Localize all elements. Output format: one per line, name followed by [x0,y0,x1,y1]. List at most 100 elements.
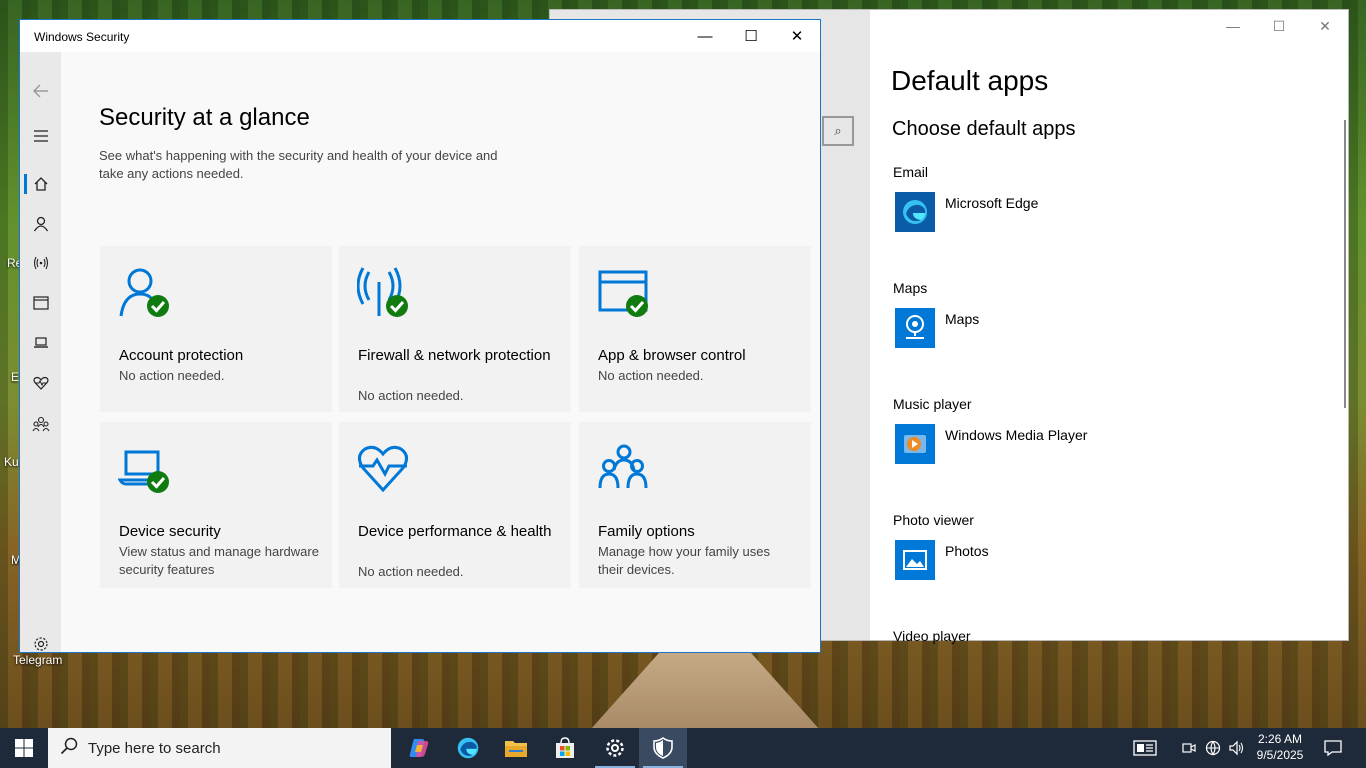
default-app-group-music: Music player Windows Media Player [893,396,1087,464]
device-icon[interactable] [20,328,61,358]
tile-app-browser-control[interactable]: App & browser control No action needed. [579,246,811,412]
app-name: Microsoft Edge [945,195,1039,211]
app-name: Windows Media Player [945,427,1088,443]
notification-icon[interactable] [1320,728,1346,768]
tile-title: App & browser control [598,347,746,364]
copilot-icon [409,739,429,757]
tile-title: Firewall & network protection [358,347,551,364]
device-security-icon [118,450,169,493]
settings-search-button[interactable]: ⌕ [822,116,854,146]
taskbar-settings[interactable] [591,728,639,768]
group-label: Email [893,164,929,180]
taskbar-copilot[interactable] [395,728,443,768]
tile-status: Manage how your family uses their device… [598,544,770,577]
tray-meet-icon[interactable] [1178,728,1200,768]
tile-status: No action needed. [598,368,704,383]
taskbar-search-box[interactable]: Type here to search [48,728,391,768]
app-name: Photos [945,543,989,559]
edge-icon [895,192,935,232]
default-app-group-maps: Maps Maps [893,280,979,348]
default-app-button[interactable]: Microsoft Edge [893,192,1038,232]
default-app-group-email: Email Microsoft Edge [893,164,1038,232]
shield-icon [653,737,673,759]
maps-icon [895,308,935,348]
close-button[interactable]: ✕ [1302,10,1348,42]
scrollbar[interactable] [1344,120,1346,408]
start-button[interactable] [0,728,48,768]
section-title: Choose default apps [892,118,1076,140]
store-icon [556,737,574,758]
default-app-button[interactable]: Maps [893,308,979,348]
volume-icon[interactable] [1226,728,1248,768]
browser-icon[interactable] [20,288,61,318]
taskbar-clock[interactable]: 2:26 AM 9/5/2025 [1252,731,1308,763]
tile-family-options[interactable]: Family options Manage how your family us… [579,422,811,588]
hamburger-menu-icon[interactable] [20,121,61,151]
page-description: See what's happening with the security a… [99,148,498,181]
tray-news-icon[interactable] [1128,728,1162,768]
settings-gear-icon[interactable] [20,629,61,659]
account-icon[interactable] [20,209,61,239]
tile-account-protection[interactable]: Account protection No action needed. [100,246,332,412]
family-icon[interactable] [20,409,61,439]
taskbar-store[interactable] [541,728,589,768]
desktop-icon-label[interactable]: E [11,370,19,384]
search-icon [60,737,80,760]
group-label: Maps [893,280,928,296]
default-app-button[interactable]: Photos [893,540,989,580]
search-placeholder: Type here to search [88,739,221,757]
taskbar: Type here to search 2:26 AM 9/5/2025 [0,728,1366,768]
tile-title: Device security [119,523,221,540]
maximize-button[interactable]: ☐ [1256,10,1302,42]
home-icon[interactable] [20,169,61,199]
tile-status: No action needed. [358,564,464,579]
close-button[interactable]: ✕ [774,20,820,52]
taskbar-edge[interactable] [444,728,492,768]
window-controls: — ☐ ✕ [682,20,820,52]
heart-health-icon [358,445,408,493]
windows-security-window[interactable]: Windows Security — ☐ ✕ Security at a gla… [19,19,821,653]
desktop-icon-label[interactable]: Ku [4,455,19,469]
taskbar-windows-security[interactable] [639,728,687,768]
tile-status: No action needed. [119,368,225,383]
media-player-icon [895,424,935,464]
title-bar[interactable]: Windows Security — ☐ ✕ [20,20,820,52]
minimize-button[interactable]: — [682,20,728,52]
clock-date: 9/5/2025 [1256,748,1304,762]
group-label: Photo viewer [893,512,974,528]
tile-status: View status and manage hardware security… [119,544,319,577]
network-icon[interactable] [20,248,61,278]
page-title: Security at a glance [99,104,310,131]
folder-icon [505,741,527,757]
tile-device-performance[interactable]: Device performance & health No action ne… [339,422,571,588]
photos-icon [895,540,935,580]
app-name: Maps [945,311,980,327]
clock-time: 2:26 AM [1257,732,1303,746]
settings-gear-icon [606,739,624,757]
maximize-button[interactable]: ☐ [728,20,774,52]
windows-logo-icon [15,739,33,757]
default-app-button[interactable]: Windows Media Player [893,424,1087,464]
security-nav-rail [20,52,61,652]
group-label: Music player [893,396,972,412]
tile-device-security[interactable]: Device security View status and manage h… [100,422,332,588]
taskbar-file-explorer[interactable] [492,728,540,768]
window-title: Windows Security [34,30,130,44]
family-options-icon [598,444,648,489]
network-globe-icon[interactable] [1202,728,1224,768]
edge-icon [457,737,479,759]
back-arrow-icon[interactable] [20,76,61,106]
search-icon: ⌕ [834,123,842,138]
default-app-group-video: Video player [893,628,971,644]
window-controls: — ☐ ✕ [1210,10,1348,42]
group-label: Video player [893,628,971,644]
tile-title: Device performance & health [358,523,552,540]
default-app-group-photos: Photo viewer Photos [893,512,989,580]
account-protection-icon [119,268,169,317]
tile-title: Account protection [119,347,244,364]
health-icon[interactable] [20,368,61,398]
minimize-button[interactable]: — [1210,10,1256,42]
security-main-content: Security at a glance See what's happenin… [61,52,820,652]
app-browser-control-icon [598,270,648,317]
tile-firewall[interactable]: Firewall & network protection No action … [339,246,571,412]
